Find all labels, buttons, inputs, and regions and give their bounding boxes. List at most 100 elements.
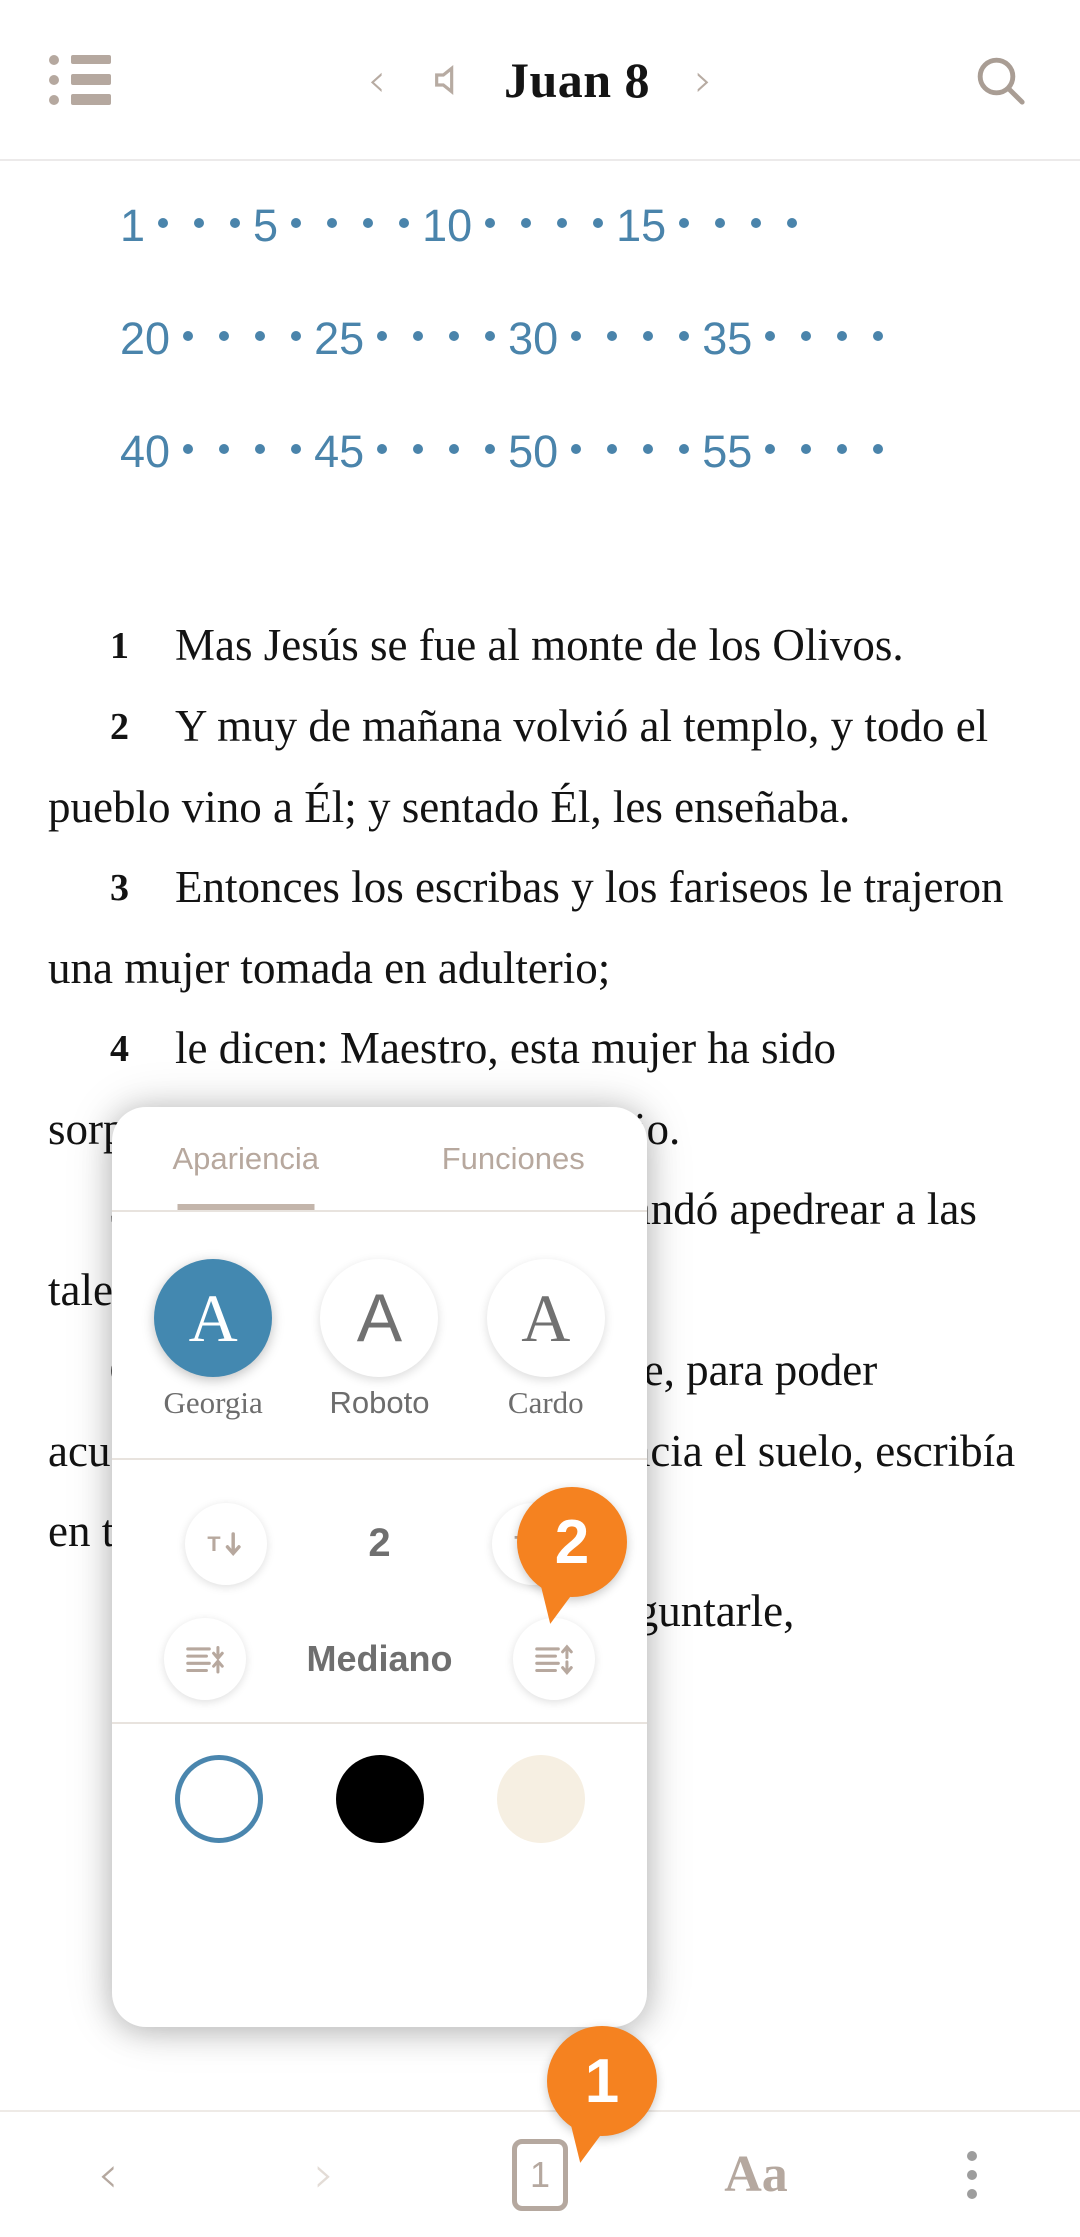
- verse-dot[interactable]: [765, 331, 776, 341]
- tab-apariencia[interactable]: Apariencia: [112, 1107, 380, 1210]
- verse-link[interactable]: 45: [314, 426, 364, 478]
- font-label: Roboto: [329, 1385, 430, 1420]
- bottom-next-button[interactable]: ›: [216, 2145, 432, 2205]
- verse-dot[interactable]: [873, 444, 884, 454]
- chevron-right-icon: ›: [313, 2144, 335, 2205]
- verse-number[interactable]: 3: [110, 867, 175, 909]
- verse-dot[interactable]: [158, 218, 169, 228]
- verse-dot[interactable]: [485, 331, 496, 341]
- verse-dot[interactable]: [291, 218, 302, 228]
- text-settings-button[interactable]: Aa: [648, 2145, 864, 2204]
- verse-link[interactable]: 25: [314, 313, 364, 365]
- verse-dot[interactable]: [194, 218, 205, 228]
- theme-swatch-black[interactable]: [335, 1755, 424, 1843]
- verse-link[interactable]: 5: [253, 200, 278, 252]
- verse-link[interactable]: 55: [702, 426, 752, 478]
- verse-dot[interactable]: [449, 444, 460, 454]
- verse-number[interactable]: 4: [110, 1028, 175, 1070]
- line-spacing-decrease-icon[interactable]: [164, 1617, 247, 1700]
- verse-dot[interactable]: [679, 331, 690, 341]
- verse-dot[interactable]: [377, 444, 388, 454]
- chapter-navigator: ‹ Juan 8 ›: [160, 51, 920, 109]
- verse-dot[interactable]: [571, 331, 582, 341]
- verse-dot[interactable]: [399, 218, 410, 228]
- verse-dot[interactable]: [327, 218, 338, 228]
- chevron-left-icon[interactable]: ‹: [358, 53, 396, 107]
- verse-dot[interactable]: [837, 444, 848, 454]
- verse-dot[interactable]: [679, 444, 690, 454]
- verse-dot[interactable]: [765, 444, 776, 454]
- font-label: Georgia: [163, 1385, 263, 1420]
- verse-nav-row: 1 5 10 15: [120, 200, 960, 313]
- theme-swatch-sepia[interactable]: [496, 1755, 585, 1843]
- verse-dot[interactable]: [607, 331, 618, 341]
- tab-funciones[interactable]: Funciones: [380, 1107, 648, 1210]
- verse-number-grid: 1 5 10 15 20 25 30 35 40 45 50 55: [0, 200, 1080, 539]
- font-glyph: A: [521, 1280, 571, 1356]
- verse-dot[interactable]: [801, 331, 812, 341]
- font-option-roboto[interactable]: A Roboto: [304, 1259, 454, 1421]
- verse-link[interactable]: 30: [508, 313, 558, 365]
- verse-link[interactable]: 50: [508, 426, 558, 478]
- verse-link[interactable]: 20: [120, 313, 170, 365]
- verse-dot[interactable]: [363, 218, 374, 228]
- text-decrease-icon[interactable]: T: [184, 1502, 267, 1585]
- verse-dot[interactable]: [837, 331, 848, 341]
- verse-dot[interactable]: [219, 444, 230, 454]
- verse-dot[interactable]: [751, 218, 762, 228]
- font-option-georgia[interactable]: A Georgia: [138, 1259, 288, 1421]
- speaker-icon[interactable]: [430, 60, 470, 100]
- verse-dot[interactable]: [413, 444, 424, 454]
- menu-button[interactable]: [0, 53, 160, 107]
- verse-dot[interactable]: [291, 444, 302, 454]
- bottom-prev-button[interactable]: ‹: [0, 2145, 216, 2205]
- verse-number[interactable]: 2: [110, 706, 175, 748]
- verse-dot[interactable]: [643, 444, 654, 454]
- verse-dot[interactable]: [230, 218, 241, 228]
- text-settings-label: Aa: [724, 2146, 788, 2203]
- verse-dot[interactable]: [183, 331, 194, 341]
- verse-link[interactable]: 15: [616, 200, 666, 252]
- verse-dot[interactable]: [593, 218, 604, 228]
- more-options-button[interactable]: [864, 2150, 1080, 2199]
- verse-dot[interactable]: [255, 331, 266, 341]
- page-number-button[interactable]: 1: [432, 2138, 648, 2211]
- verse-dot[interactable]: [787, 218, 798, 228]
- verse-dot[interactable]: [643, 331, 654, 341]
- chevron-left-icon: ‹: [97, 2144, 119, 2205]
- verse-dot[interactable]: [873, 331, 884, 341]
- text-size-value: 2: [368, 1521, 391, 1565]
- font-option-cardo[interactable]: A Cardo: [471, 1259, 621, 1421]
- theme-swatch-white[interactable]: [174, 1755, 263, 1843]
- annotation-badge-1: 1: [547, 2026, 657, 2136]
- verse-dot[interactable]: [571, 444, 582, 454]
- verse-link[interactable]: 1: [120, 200, 145, 252]
- chevron-right-icon[interactable]: ›: [684, 53, 722, 107]
- verse-dot[interactable]: [557, 218, 568, 228]
- verse-dot[interactable]: [715, 218, 726, 228]
- verse-dot[interactable]: [413, 331, 424, 341]
- verse-dot[interactable]: [801, 444, 812, 454]
- search-button[interactable]: [920, 52, 1080, 108]
- verse-dot[interactable]: [291, 331, 302, 341]
- search-icon: [972, 52, 1028, 108]
- font-preview-circle: A: [320, 1259, 439, 1377]
- annotation-badge-2: 2: [517, 1487, 627, 1597]
- verse-dot[interactable]: [521, 218, 532, 228]
- verse-link[interactable]: 10: [422, 200, 472, 252]
- verse-dot[interactable]: [485, 218, 496, 228]
- verse-link[interactable]: 35: [702, 313, 752, 365]
- line-spacing-increase-icon[interactable]: [512, 1617, 595, 1700]
- verse-dot[interactable]: [485, 444, 496, 454]
- verse-dot[interactable]: [377, 331, 388, 341]
- theme-color-row: [112, 1724, 647, 1874]
- verse-link[interactable]: 40: [120, 426, 170, 478]
- verse-dot[interactable]: [219, 331, 230, 341]
- bible-reader-screen: ‹ Juan 8 › 1 5 10 15 20 25 30 35 40 45 5…: [0, 0, 1080, 2237]
- verse-dot[interactable]: [183, 444, 194, 454]
- verse-dot[interactable]: [679, 218, 690, 228]
- verse-dot[interactable]: [255, 444, 266, 454]
- verse-number[interactable]: 1: [110, 625, 175, 667]
- verse-dot[interactable]: [449, 331, 460, 341]
- verse-dot[interactable]: [607, 444, 618, 454]
